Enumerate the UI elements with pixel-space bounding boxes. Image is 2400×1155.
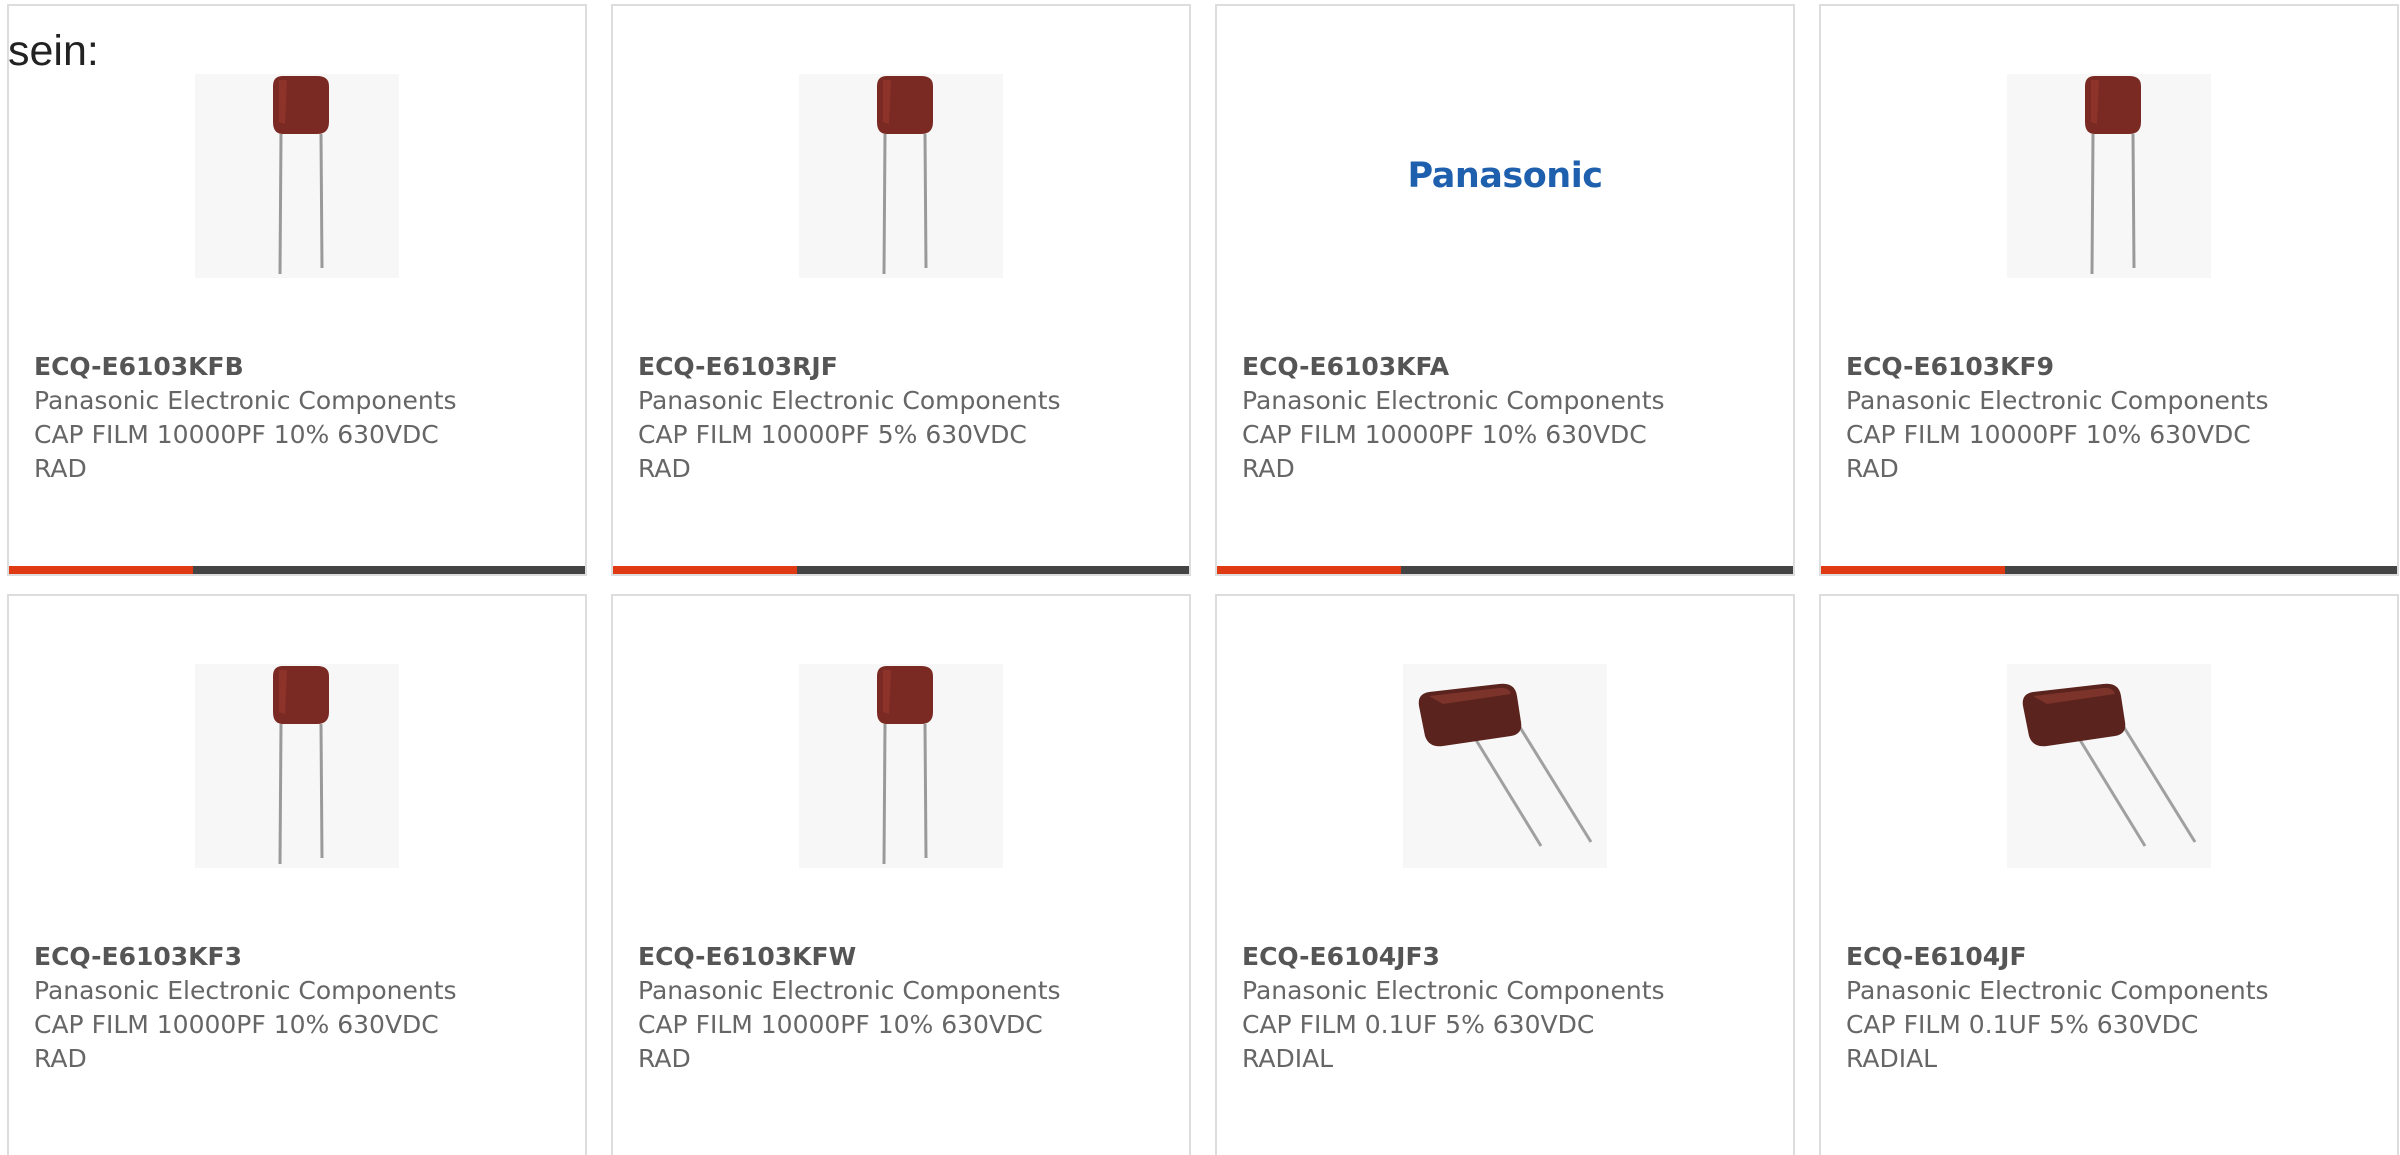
- product-info: ECQ-E6103KF9 Panasonic Electronic Compon…: [1846, 350, 2387, 486]
- manufacturer-name: Panasonic Electronic Components: [638, 386, 1061, 415]
- product-card[interactable]: ECQ-E6103KFW Panasonic Electronic Compon…: [611, 594, 1191, 1155]
- product-image[interactable]: [799, 74, 1003, 278]
- capacitor-icon: [877, 76, 933, 275]
- product-description: CAP FILM 0.1UF 5% 630VDC RADIAL: [1846, 1010, 2199, 1073]
- manufacturer-name: Panasonic Electronic Components: [1242, 386, 1665, 415]
- product-card[interactable]: ECQ-E6103RJF Panasonic Electronic Compon…: [611, 4, 1191, 576]
- product-card[interactable]: ECQ-E6103KF9 Panasonic Electronic Compon…: [1819, 4, 2399, 576]
- part-number-link[interactable]: ECQ-E6103KF9: [1846, 350, 2387, 384]
- product-info: ECQ-E6103KFA Panasonic Electronic Compon…: [1242, 350, 1783, 486]
- product-card[interactable]: ECQ-E6104JF Panasonic Electronic Compone…: [1819, 594, 2399, 1155]
- card-footer-bar: [1217, 566, 1793, 574]
- card-accent-bar: [1821, 566, 2006, 574]
- product-grid-page: sein: ECQ-E6103KFB Panasonic Electronic …: [0, 0, 2400, 1155]
- card-accent-bar: [9, 566, 194, 574]
- manufacturer-name: Panasonic Electronic Components: [1242, 976, 1665, 1005]
- product-description: CAP FILM 0.1UF 5% 630VDC RADIAL: [1242, 1010, 1595, 1073]
- panasonic-logo: Panasonic: [1407, 156, 1603, 196]
- part-number-link[interactable]: ECQ-E6103KFW: [638, 940, 1179, 974]
- product-description: CAP FILM 10000PF 10% 630VDC RAD: [1846, 420, 2251, 483]
- card-accent-bar: [1217, 566, 1402, 574]
- product-card[interactable]: ECQ-E6103KFB Panasonic Electronic Compon…: [7, 4, 587, 576]
- product-image[interactable]: [1403, 664, 1607, 868]
- capacitor-icon: [2085, 76, 2141, 275]
- product-info: ECQ-E6104JF Panasonic Electronic Compone…: [1846, 940, 2387, 1076]
- product-card[interactable]: ECQ-E6104JF3 Panasonic Electronic Compon…: [1215, 594, 1795, 1155]
- product-info: ECQ-E6104JF3 Panasonic Electronic Compon…: [1242, 940, 1783, 1076]
- product-card[interactable]: ECQ-E6103KF3 Panasonic Electronic Compon…: [7, 594, 587, 1155]
- product-image[interactable]: [2007, 74, 2211, 278]
- manufacturer-name: Panasonic Electronic Components: [1846, 386, 2269, 415]
- product-card[interactable]: Panasonic ECQ-E6103KFA Panasonic Electro…: [1215, 4, 1795, 576]
- card-footer-bar: [613, 566, 1189, 574]
- product-description: CAP FILM 10000PF 10% 630VDC RAD: [34, 1010, 439, 1073]
- product-description: CAP FILM 10000PF 10% 630VDC RAD: [1242, 420, 1647, 483]
- product-image[interactable]: [195, 74, 399, 278]
- manufacturer-name: Panasonic Electronic Components: [638, 976, 1061, 1005]
- part-number-link[interactable]: ECQ-E6104JF: [1846, 940, 2387, 974]
- part-number-link[interactable]: ECQ-E6104JF3: [1242, 940, 1783, 974]
- part-number-link[interactable]: ECQ-E6103RJF: [638, 350, 1179, 384]
- capacitor-icon: [273, 666, 329, 865]
- manufacturer-name: Panasonic Electronic Components: [34, 386, 457, 415]
- card-accent-bar: [613, 566, 798, 574]
- product-info: ECQ-E6103KFW Panasonic Electronic Compon…: [638, 940, 1179, 1076]
- capacitor-icon: [273, 76, 329, 275]
- card-footer-bar: [1821, 566, 2397, 574]
- product-info: ECQ-E6103KF3 Panasonic Electronic Compon…: [34, 940, 575, 1076]
- capacitor-icon: [2022, 683, 2197, 847]
- product-description: CAP FILM 10000PF 5% 630VDC RAD: [638, 420, 1027, 483]
- capacitor-icon: [1418, 683, 1593, 847]
- part-number-link[interactable]: ECQ-E6103KFB: [34, 350, 575, 384]
- product-image[interactable]: Panasonic: [1403, 74, 1607, 278]
- product-info: ECQ-E6103KFB Panasonic Electronic Compon…: [34, 350, 575, 486]
- capacitor-icon: [877, 666, 933, 865]
- part-number-link[interactable]: ECQ-E6103KFA: [1242, 350, 1783, 384]
- manufacturer-name: Panasonic Electronic Components: [1846, 976, 2269, 1005]
- product-description: CAP FILM 10000PF 10% 630VDC RAD: [34, 420, 439, 483]
- intro-text: sein:: [8, 27, 99, 75]
- product-image[interactable]: [2007, 664, 2211, 868]
- card-footer-bar: [9, 566, 585, 574]
- part-number-link[interactable]: ECQ-E6103KF3: [34, 940, 575, 974]
- manufacturer-name: Panasonic Electronic Components: [34, 976, 457, 1005]
- product-image[interactable]: [195, 664, 399, 868]
- product-description: CAP FILM 10000PF 10% 630VDC RAD: [638, 1010, 1043, 1073]
- product-info: ECQ-E6103RJF Panasonic Electronic Compon…: [638, 350, 1179, 486]
- product-image[interactable]: [799, 664, 1003, 868]
